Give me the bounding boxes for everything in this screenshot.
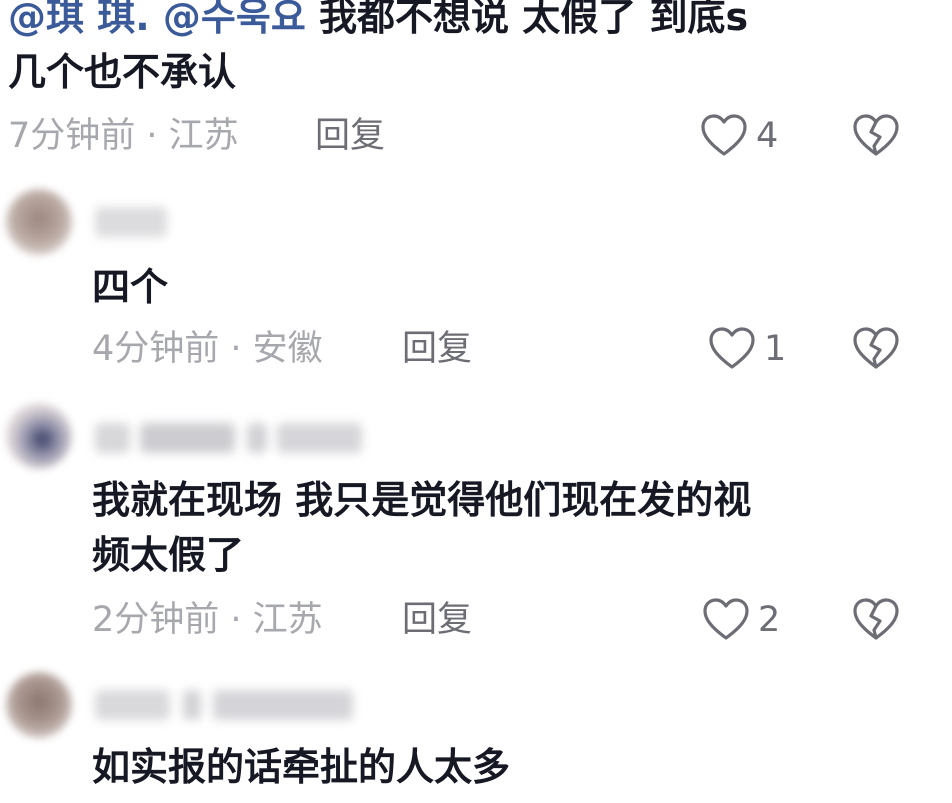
- broken-heart-icon: [853, 327, 899, 369]
- comment-1-text-line2: 几个也不承认: [8, 50, 237, 94]
- comment-4-text: 如实报的话牵扯的人太多: [92, 745, 511, 789]
- broken-heart-icon: [853, 114, 899, 156]
- comment-1-dislike-button[interactable]: [852, 113, 900, 159]
- heart-outline-icon: [701, 114, 747, 156]
- comment-3-text-line1: 我就在现场 我只是觉得他们现在发的视: [92, 478, 752, 522]
- comment-3-meta: 2分钟前 · 江苏 回复 2: [0, 595, 952, 645]
- comment-3-dislike-button[interactable]: [852, 597, 900, 643]
- comment-1-time: 7分钟前 · 江苏: [8, 116, 239, 156]
- comment-2-time: 4分钟前 · 安徽: [92, 329, 323, 369]
- comment-1-text: @琪 琪. @수욱요 我都不想说 太假了 到底s: [8, 0, 748, 45]
- username-blurred[interactable]: [95, 207, 175, 237]
- comment-2-reply-button[interactable]: 回复: [402, 324, 472, 374]
- comment-2-meta: 4分钟前 · 安徽 回复 1: [0, 324, 952, 374]
- comment-1-like-count: 4: [756, 116, 779, 156]
- comment-2-text: 四个: [92, 265, 169, 309]
- username-blurred[interactable]: [95, 690, 355, 720]
- avatar[interactable]: [6, 403, 72, 469]
- broken-heart-icon: [853, 598, 899, 640]
- mention-1[interactable]: @琪 琪.: [8, 0, 150, 39]
- username-blurred[interactable]: [95, 423, 365, 453]
- comment-2-dislike-button[interactable]: [852, 326, 900, 372]
- comment-1-meta: 7分钟前 · 江苏 回复 4: [0, 111, 952, 161]
- comment-1-text-line1: 我都不想说 太假了 到底s: [319, 0, 749, 39]
- heart-outline-icon: [709, 327, 755, 369]
- comment-2-like-count: 1: [764, 329, 787, 369]
- comment-3-text-line2: 频太假了: [92, 533, 245, 577]
- comment-3-reply-button[interactable]: 回复: [402, 595, 472, 645]
- avatar[interactable]: [6, 672, 72, 738]
- heart-outline-icon: [703, 598, 749, 640]
- comment-3-like-count: 2: [758, 600, 781, 640]
- comment-1-reply-button[interactable]: 回复: [315, 111, 385, 161]
- comment-3-time: 2分钟前 · 江苏: [92, 600, 323, 640]
- avatar[interactable]: [6, 189, 72, 255]
- mention-2[interactable]: @수욱요: [163, 0, 306, 39]
